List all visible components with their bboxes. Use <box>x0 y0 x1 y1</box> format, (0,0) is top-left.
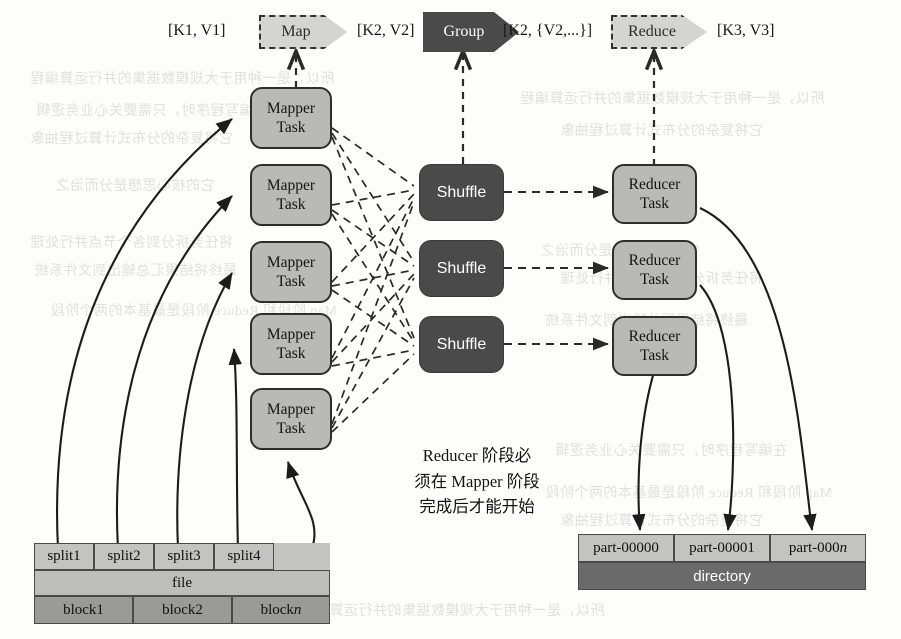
mapreduce-diagram: 所以，是一种用于大规模数据集的并行运算编程 在编写程序时，只需要关心业务逻辑 它… <box>0 0 901 639</box>
file-cell[interactable]: file <box>34 570 330 596</box>
reducer-task-node[interactable]: Reducer Task <box>612 316 697 376</box>
reducer-task-line1: Reducer <box>628 251 681 269</box>
mapper-task-line2: Task <box>276 420 306 437</box>
blocks-row: block1 block2 block n <box>34 596 330 624</box>
mapper-task-line2: Task <box>276 119 306 136</box>
annotation-line-1: Reducer 阶段必 <box>422 446 532 465</box>
bleed-text: Map 阶段和 Reduce 阶段是最基本的两个阶段 <box>545 486 833 501</box>
mapper-task-node[interactable]: Mapper Task <box>250 87 332 149</box>
split-cell-empty <box>274 543 330 570</box>
shuffle-node[interactable]: Shuffle <box>419 316 504 373</box>
stage-reduce-label: Reduce <box>628 23 676 40</box>
bleed-text: 最终将结果汇总输出到文件系统 <box>34 264 237 279</box>
stage-order-annotation: Reducer 阶段必 须在 Mapper 阶段 完成后才能开始 <box>382 443 572 520</box>
mapper-task-line1: Mapper <box>266 176 316 194</box>
mapper-task-line1: Mapper <box>266 99 316 117</box>
block-cell[interactable]: block2 <box>133 596 232 624</box>
split-cell[interactable]: split3 <box>154 543 214 570</box>
key-value-k1v1: [K1, V1] <box>168 22 226 39</box>
bleed-text: 所以，是一种用于大规模数据集的并行运算编程 <box>30 72 335 87</box>
parts-row: part-00000 part-00001 part-000 n <box>578 534 866 562</box>
output-storage-stack: part-00000 part-00001 part-000 n director… <box>578 534 866 590</box>
mapper-task-node[interactable]: Mapper Task <box>250 388 332 450</box>
mapper-task-line2: Task <box>276 345 306 362</box>
shuffle-node[interactable]: Shuffle <box>419 240 504 297</box>
mapper-task-node[interactable]: Mapper Task <box>250 313 332 375</box>
annotation-line-2: 须在 Mapper 阶段 <box>414 471 540 491</box>
part-file-cell[interactable]: part-00001 <box>674 534 770 562</box>
bleed-text: 它将复杂的分布式计算过程抽象 <box>560 124 763 139</box>
bleed-text: 它的核心思想是分而治之 <box>55 179 215 194</box>
part-index-italic: n <box>839 539 848 556</box>
key-value-k2-list: [K2, {V2,...}] <box>503 22 593 39</box>
reducer-task-node[interactable]: Reducer Task <box>612 164 697 224</box>
block-index-italic: n <box>293 601 302 618</box>
bleed-text: 所以，是一种用于大规模数据集的并行运算编程 <box>520 92 825 107</box>
shuffle-label: Shuffle <box>436 183 487 201</box>
bleed-text: 将任务拆分到各个节点并行处理 <box>30 236 233 251</box>
stage-map-label: Map <box>281 23 311 40</box>
stage-reduce-arrow[interactable]: Reduce <box>611 15 707 49</box>
block-cell[interactable]: block1 <box>34 596 133 624</box>
shuffle-label: Shuffle <box>436 259 487 277</box>
block-cell[interactable]: block n <box>232 596 330 624</box>
key-value-k3v3: [K3, V3] <box>717 22 775 39</box>
directory-cell[interactable]: directory <box>578 562 866 590</box>
split-cell[interactable]: split4 <box>214 543 274 570</box>
annotation-line-3: 完成后才能开始 <box>419 497 535 517</box>
mapper-task-node[interactable]: Mapper Task <box>250 164 332 226</box>
reducer-task-node[interactable]: Reducer Task <box>612 240 697 300</box>
shuffle-node[interactable]: Shuffle <box>419 164 504 221</box>
bleed-text: 在编写程序时，只需要关心业务逻辑 <box>555 444 787 459</box>
bleed-text: 它将复杂的分布式计算过程抽象 <box>560 514 763 529</box>
mapper-task-node[interactable]: Mapper Task <box>250 241 332 303</box>
file-row: file <box>34 570 330 596</box>
reducer-task-line2: Task <box>639 195 670 212</box>
bleed-text: 它将复杂的分布式计算过程抽象 <box>30 132 233 147</box>
split-cell[interactable]: split1 <box>34 543 94 570</box>
splits-row: split1 split2 split3 split4 <box>34 543 330 570</box>
stage-group-label: Group <box>443 23 485 40</box>
part-file-cell[interactable]: part-00000 <box>578 534 674 562</box>
bleed-text: 在编写程序时，只需要关心业务逻辑 <box>36 104 268 119</box>
shuffle-label: Shuffle <box>436 335 487 353</box>
reducer-task-line1: Reducer <box>628 327 681 345</box>
reducer-task-line1: Reducer <box>628 175 681 193</box>
stage-map-arrow[interactable]: Map <box>259 15 347 49</box>
key-value-k2v2: [K2, V2] <box>357 22 415 39</box>
split-cell[interactable]: split2 <box>94 543 154 570</box>
mapper-task-line1: Mapper <box>266 400 316 418</box>
part-file-cell[interactable]: part-000 n <box>770 534 866 562</box>
reducer-task-line2: Task <box>639 271 670 288</box>
reducer-task-line2: Task <box>639 347 670 364</box>
mapper-task-line1: Mapper <box>266 253 316 271</box>
mapper-task-line1: Mapper <box>266 325 316 343</box>
bleed-text: 所以，是一种用于大规模数据集的并行运算编程 <box>300 604 605 619</box>
input-storage-stack: split1 split2 split3 split4 file block1 … <box>34 543 330 624</box>
directory-row: directory <box>578 562 866 590</box>
mapper-task-line2: Task <box>276 196 306 213</box>
mapper-task-line2: Task <box>276 273 306 290</box>
